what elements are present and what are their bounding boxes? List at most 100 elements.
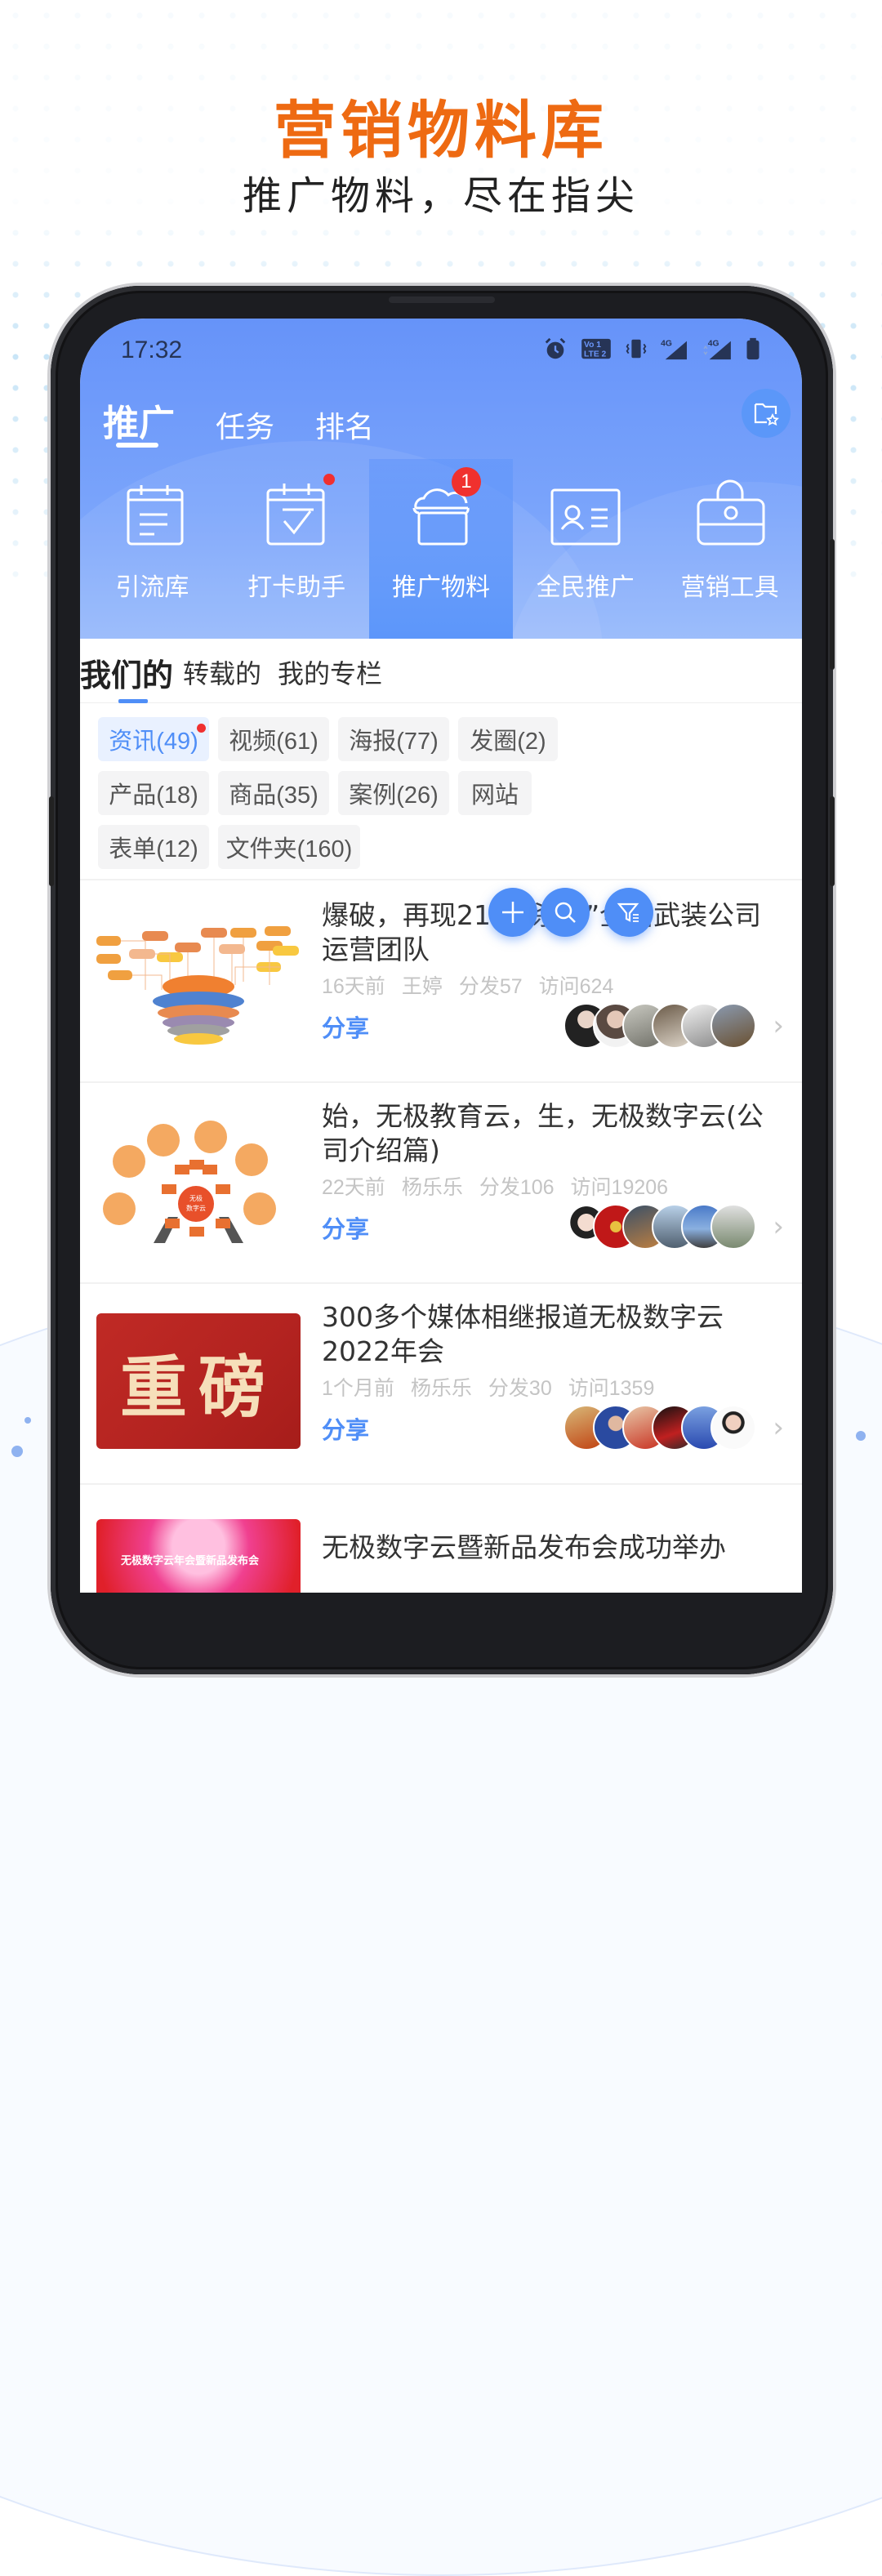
feature-label: 全民推广	[536, 573, 635, 602]
chip-form[interactable]: 表单(12)	[98, 825, 209, 869]
filter-button[interactable]	[604, 888, 653, 937]
share-button[interactable]: 分享	[322, 1009, 369, 1044]
subtab-my-column[interactable]: 我的专栏	[278, 653, 382, 691]
article-title: 无极数字云暨新品发布会成功举办	[322, 1531, 726, 1563]
search-icon	[555, 902, 576, 923]
id-card-icon	[550, 488, 621, 546]
feature-grid: 引流库 打卡助手 1 推广物料 全民推广 营销工具	[80, 459, 802, 639]
article-meta: 16天前 王婷 分发57 访问624	[322, 970, 630, 1000]
chevron-right-icon[interactable]: ›	[773, 1009, 784, 1042]
article-title: 始，无极教育云，生，无极数字云(公司介绍篇)	[322, 1100, 764, 1166]
svg-text:数字云: 数字云	[186, 1204, 206, 1212]
signal-4g-icon: 4G	[703, 339, 731, 360]
chip-label: 资讯(49)	[109, 729, 198, 755]
volte-icon: Vo 1 LTE 2	[581, 338, 611, 359]
avatar-stack	[564, 1003, 756, 1049]
article-time: 22天前	[322, 1176, 385, 1199]
avatar	[710, 1405, 756, 1451]
decor-dot	[24, 1417, 31, 1424]
share-button[interactable]: 分享	[322, 1210, 369, 1245]
article-time: 1个月前	[322, 1377, 394, 1400]
phone-side-button	[830, 796, 835, 886]
chip-folder[interactable]: 文件夹(160)	[218, 825, 360, 869]
notepad-icon	[127, 485, 184, 546]
chip-case[interactable]: 案例(26)	[338, 771, 449, 815]
notification-dot	[197, 724, 206, 733]
top-tabs: 推广 任务 排名	[103, 394, 374, 446]
article-time: 16天前	[322, 975, 385, 998]
article-item[interactable]: 无极数字云年会暨新品发布会 无极数字云暨新品发布会成功举办	[80, 1483, 802, 1593]
notification-badge: 1	[451, 467, 481, 497]
status-bar: 17:32 Vo 1 LTE 2 4G 4G	[80, 319, 802, 384]
feature-label: 打卡助手	[247, 573, 346, 602]
chip-poster[interactable]: 海报(77)	[338, 717, 449, 761]
search-button[interactable]	[541, 888, 590, 937]
signal-4g-icon: 4G	[661, 339, 687, 360]
article-author: 王婷	[401, 975, 443, 998]
sub-tabs: 我们的 转载的 我的专栏	[80, 639, 802, 703]
svg-text:无极: 无极	[189, 1194, 203, 1202]
article-visit-count: 访问19206	[570, 1176, 669, 1199]
article-distribute-count: 分发30	[488, 1377, 552, 1400]
add-button[interactable]	[488, 888, 537, 937]
article-thumbnail	[96, 911, 301, 1047]
status-time: 17:32	[121, 336, 183, 363]
architecture-diagram-image	[96, 926, 299, 1045]
tab-ranking[interactable]: 排名	[315, 403, 374, 446]
battery-icon	[746, 337, 760, 360]
filter-icon	[617, 902, 639, 922]
article-title: 300多个媒体相继报道无极数字云2022年会	[322, 1301, 724, 1367]
avatar	[710, 1204, 756, 1250]
thumbnail-banner-text: 重磅	[119, 1348, 277, 1427]
feature-checkin-assistant[interactable]: 打卡助手	[225, 459, 369, 639]
article-item[interactable]: 重磅 300多个媒体相继报道无极数字云2022年会 1个月前 杨乐乐 分发30 访问1…	[80, 1282, 802, 1485]
chevron-right-icon[interactable]: ›	[773, 1210, 784, 1243]
avatar-stack	[564, 1405, 756, 1451]
article-visit-count: 访问624	[538, 975, 614, 998]
folder-star-icon	[754, 403, 779, 426]
tab-promote[interactable]: 推广	[103, 394, 175, 446]
tab-indicator	[116, 443, 158, 448]
chip-moments[interactable]: 发圈(2)	[458, 717, 558, 761]
article-meta: 22天前 杨乐乐 分发106 访问19206	[322, 1171, 684, 1201]
chip-video[interactable]: 视频(61)	[218, 717, 329, 761]
article-thumbnail: 无极数字云年会暨新品发布会	[96, 1519, 301, 1593]
decor-dot	[11, 1446, 23, 1457]
subtab-reposted[interactable]: 转载的	[183, 653, 261, 691]
app-header: 17:32 Vo 1 LTE 2 4G 4G 推广 任务 排名 引流库 打卡助手…	[80, 319, 802, 639]
phone-side-button	[49, 796, 54, 886]
alarm-icon	[545, 337, 566, 359]
feature-promo-materials[interactable]: 1 推广物料	[368, 459, 514, 639]
mindmap-diagram-image: 无极 数字云	[103, 1121, 276, 1243]
subtab-indicator	[118, 699, 148, 703]
feature-label: 引流库	[115, 573, 189, 602]
avatar-stack	[564, 1204, 756, 1250]
svg-text:Vo 1: Vo 1	[584, 341, 601, 350]
decor-dot	[856, 1431, 866, 1441]
article-visit-count: 访问1359	[568, 1377, 655, 1400]
article-item[interactable]: 无极 数字云 始，无极教育云，生，无极数字云(公司介绍篇) 22天前 杨乐乐 分发1…	[80, 1081, 802, 1284]
briefcase-icon	[697, 479, 765, 546]
chip-product[interactable]: 产品(18)	[98, 771, 209, 815]
share-button[interactable]: 分享	[322, 1411, 369, 1446]
article-item[interactable]: 爆破，再现21项“杀器”全面武装公司运营团队 16天前 王婷 分发57 访问624 分…	[80, 880, 802, 1083]
chevron-right-icon[interactable]: ›	[773, 1411, 784, 1444]
subtab-ours[interactable]: 我们的	[80, 650, 173, 695]
svg-text:4G: 4G	[661, 339, 672, 348]
chip-goods[interactable]: 商品(35)	[218, 771, 329, 815]
favorites-folder-button[interactable]	[742, 389, 791, 438]
thumbnail-caption: 无极数字云年会暨新品发布会	[121, 1555, 260, 1567]
chip-website[interactable]: 网站	[458, 771, 532, 815]
hero-subtitle: 推广物料，尽在指尖	[242, 173, 639, 219]
vibrate-icon	[626, 339, 647, 359]
article-author: 杨乐乐	[410, 1377, 472, 1400]
feature-traffic-library[interactable]: 引流库	[80, 459, 225, 639]
chip-news[interactable]: 资讯(49)	[98, 717, 209, 761]
feature-label: 营销工具	[680, 573, 779, 602]
feature-all-promotion[interactable]: 全民推广	[513, 459, 657, 639]
app-screen: 17:32 Vo 1 LTE 2 4G 4G 推广 任务 排名 引流库 打卡助手…	[80, 319, 802, 1593]
tab-tasks[interactable]: 任务	[216, 403, 274, 446]
calendar-check-icon	[266, 484, 325, 546]
article-meta: 1个月前 杨乐乐 分发30 访问1359	[322, 1372, 670, 1402]
feature-marketing-tools[interactable]: 营销工具	[657, 459, 802, 639]
